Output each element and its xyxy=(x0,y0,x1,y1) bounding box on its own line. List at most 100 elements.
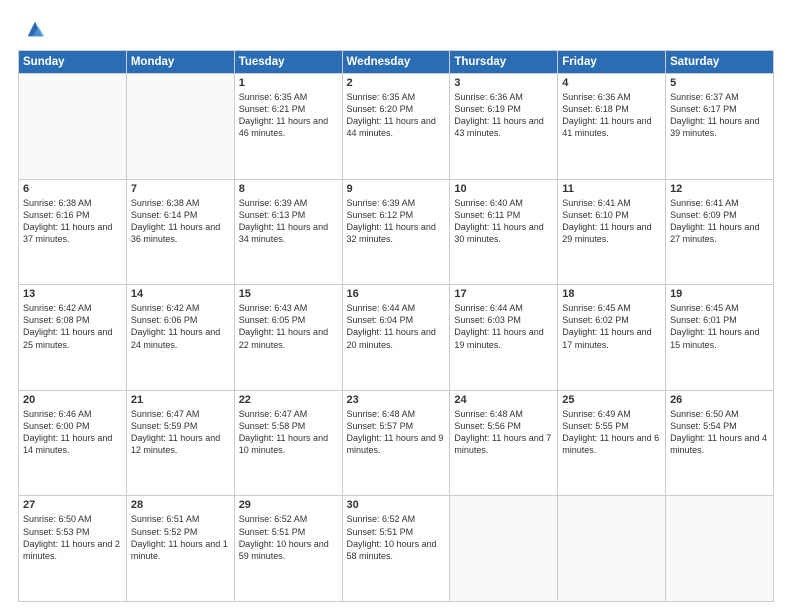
day-info: Sunrise: 6:40 AM Sunset: 6:11 PM Dayligh… xyxy=(454,197,553,246)
calendar-table: SundayMondayTuesdayWednesdayThursdayFrid… xyxy=(18,50,774,602)
logo xyxy=(18,18,46,40)
calendar-cell: 17Sunrise: 6:44 AM Sunset: 6:03 PM Dayli… xyxy=(450,285,558,391)
header xyxy=(18,18,774,40)
day-number: 3 xyxy=(454,77,553,89)
day-info: Sunrise: 6:50 AM Sunset: 5:54 PM Dayligh… xyxy=(670,408,769,457)
calendar-cell: 5 Sunrise: 6:37 AM Sunset: 6:17 PM Daylig… xyxy=(666,74,774,180)
day-info: Sunrise: 6:36 AM Sunset: 6:18 PM Dayligh… xyxy=(562,91,661,140)
calendar-cell: 4 Sunrise: 6:36 AM Sunset: 6:18 PM Daylig… xyxy=(558,74,666,180)
day-info: Sunrise: 6:43 AM Sunset: 6:05 PM Dayligh… xyxy=(239,302,338,351)
day-number: 28 xyxy=(131,499,230,511)
calendar-week-3: 20 Sunrise: 6:46 AM Sunset: 6:00 PM Dayli… xyxy=(19,390,774,496)
calendar-cell: 2 Sunrise: 6:35 AM Sunset: 6:20 PM Daylig… xyxy=(342,74,450,180)
calendar-week-2: 13Sunrise: 6:42 AM Sunset: 6:08 PM Dayli… xyxy=(19,285,774,391)
day-number: 19 xyxy=(670,288,769,300)
day-number: 22 xyxy=(239,394,338,406)
calendar-cell xyxy=(126,74,234,180)
day-info: Sunrise: 6:47 AM Sunset: 5:58 PM Dayligh… xyxy=(239,408,338,457)
day-info: Sunrise: 6:44 AM Sunset: 6:04 PM Dayligh… xyxy=(347,302,446,351)
day-info: Sunrise: 6:41 AM Sunset: 6:10 PM Dayligh… xyxy=(562,197,661,246)
day-info: Sunrise: 6:37 AM Sunset: 6:17 PM Dayligh… xyxy=(670,91,769,140)
calendar-dow-saturday: Saturday xyxy=(666,51,774,74)
day-info: Sunrise: 6:51 AM Sunset: 5:52 PM Dayligh… xyxy=(131,513,230,562)
calendar-cell: 13Sunrise: 6:42 AM Sunset: 6:08 PM Dayli… xyxy=(19,285,127,391)
day-number: 23 xyxy=(347,394,446,406)
calendar-week-1: 6 Sunrise: 6:38 AM Sunset: 6:16 PM Daylig… xyxy=(19,179,774,285)
day-number: 30 xyxy=(347,499,446,511)
day-info: Sunrise: 6:45 AM Sunset: 6:02 PM Dayligh… xyxy=(562,302,661,351)
day-number: 9 xyxy=(347,183,446,195)
day-info: Sunrise: 6:44 AM Sunset: 6:03 PM Dayligh… xyxy=(454,302,553,351)
calendar-cell: 24 Sunrise: 6:48 AM Sunset: 5:56 PM Dayli… xyxy=(450,390,558,496)
calendar-cell: 6 Sunrise: 6:38 AM Sunset: 6:16 PM Daylig… xyxy=(19,179,127,285)
day-info: Sunrise: 6:48 AM Sunset: 5:57 PM Dayligh… xyxy=(347,408,446,457)
day-number: 18 xyxy=(562,288,661,300)
calendar-dow-friday: Friday xyxy=(558,51,666,74)
calendar-dow-sunday: Sunday xyxy=(19,51,127,74)
calendar-cell: 18 Sunrise: 6:45 AM Sunset: 6:02 PM Dayli… xyxy=(558,285,666,391)
calendar-week-0: 1 Sunrise: 6:35 AM Sunset: 6:21 PM Daylig… xyxy=(19,74,774,180)
day-info: Sunrise: 6:38 AM Sunset: 6:14 PM Dayligh… xyxy=(131,197,230,246)
page: SundayMondayTuesdayWednesdayThursdayFrid… xyxy=(0,0,792,612)
calendar-cell xyxy=(666,496,774,602)
day-number: 16 xyxy=(347,288,446,300)
day-number: 14 xyxy=(131,288,230,300)
day-info: Sunrise: 6:42 AM Sunset: 6:06 PM Dayligh… xyxy=(131,302,230,351)
day-info: Sunrise: 6:46 AM Sunset: 6:00 PM Dayligh… xyxy=(23,408,122,457)
day-number: 27 xyxy=(23,499,122,511)
calendar-cell: 29Sunrise: 6:52 AM Sunset: 5:51 PM Dayli… xyxy=(234,496,342,602)
day-info: Sunrise: 6:36 AM Sunset: 6:19 PM Dayligh… xyxy=(454,91,553,140)
day-info: Sunrise: 6:39 AM Sunset: 6:13 PM Dayligh… xyxy=(239,197,338,246)
day-number: 5 xyxy=(670,77,769,89)
day-number: 26 xyxy=(670,394,769,406)
calendar-cell: 21Sunrise: 6:47 AM Sunset: 5:59 PM Dayli… xyxy=(126,390,234,496)
calendar-cell: 8 Sunrise: 6:39 AM Sunset: 6:13 PM Daylig… xyxy=(234,179,342,285)
calendar-header-row: SundayMondayTuesdayWednesdayThursdayFrid… xyxy=(19,51,774,74)
calendar-cell: 7 Sunrise: 6:38 AM Sunset: 6:14 PM Daylig… xyxy=(126,179,234,285)
calendar-cell: 9 Sunrise: 6:39 AM Sunset: 6:12 PM Daylig… xyxy=(342,179,450,285)
calendar-cell: 26 Sunrise: 6:50 AM Sunset: 5:54 PM Dayli… xyxy=(666,390,774,496)
day-number: 4 xyxy=(562,77,661,89)
calendar-cell: 12Sunrise: 6:41 AM Sunset: 6:09 PM Dayli… xyxy=(666,179,774,285)
calendar-dow-monday: Monday xyxy=(126,51,234,74)
day-number: 2 xyxy=(347,77,446,89)
day-number: 1 xyxy=(239,77,338,89)
calendar-cell: 16 Sunrise: 6:44 AM Sunset: 6:04 PM Dayli… xyxy=(342,285,450,391)
day-number: 20 xyxy=(23,394,122,406)
day-info: Sunrise: 6:49 AM Sunset: 5:55 PM Dayligh… xyxy=(562,408,661,457)
day-info: Sunrise: 6:38 AM Sunset: 6:16 PM Dayligh… xyxy=(23,197,122,246)
day-info: Sunrise: 6:39 AM Sunset: 6:12 PM Dayligh… xyxy=(347,197,446,246)
day-info: Sunrise: 6:52 AM Sunset: 5:51 PM Dayligh… xyxy=(347,513,446,562)
day-number: 11 xyxy=(562,183,661,195)
day-info: Sunrise: 6:35 AM Sunset: 6:20 PM Dayligh… xyxy=(347,91,446,140)
day-number: 8 xyxy=(239,183,338,195)
calendar-cell: 23 Sunrise: 6:48 AM Sunset: 5:57 PM Dayli… xyxy=(342,390,450,496)
calendar-dow-thursday: Thursday xyxy=(450,51,558,74)
calendar-dow-wednesday: Wednesday xyxy=(342,51,450,74)
day-info: Sunrise: 6:50 AM Sunset: 5:53 PM Dayligh… xyxy=(23,513,122,562)
calendar-cell xyxy=(558,496,666,602)
day-number: 21 xyxy=(131,394,230,406)
day-number: 15 xyxy=(239,288,338,300)
calendar-cell xyxy=(19,74,127,180)
calendar-cell xyxy=(450,496,558,602)
day-info: Sunrise: 6:48 AM Sunset: 5:56 PM Dayligh… xyxy=(454,408,553,457)
day-number: 24 xyxy=(454,394,553,406)
calendar-cell: 1 Sunrise: 6:35 AM Sunset: 6:21 PM Daylig… xyxy=(234,74,342,180)
day-number: 7 xyxy=(131,183,230,195)
calendar-cell: 10 Sunrise: 6:40 AM Sunset: 6:11 PM Dayli… xyxy=(450,179,558,285)
calendar-cell: 25Sunrise: 6:49 AM Sunset: 5:55 PM Dayli… xyxy=(558,390,666,496)
day-info: Sunrise: 6:42 AM Sunset: 6:08 PM Dayligh… xyxy=(23,302,122,351)
calendar-cell: 30 Sunrise: 6:52 AM Sunset: 5:51 PM Dayli… xyxy=(342,496,450,602)
day-number: 6 xyxy=(23,183,122,195)
day-info: Sunrise: 6:41 AM Sunset: 6:09 PM Dayligh… xyxy=(670,197,769,246)
calendar-cell: 27 Sunrise: 6:50 AM Sunset: 5:53 PM Dayli… xyxy=(19,496,127,602)
calendar-cell: 3 Sunrise: 6:36 AM Sunset: 6:19 PM Daylig… xyxy=(450,74,558,180)
day-info: Sunrise: 6:35 AM Sunset: 6:21 PM Dayligh… xyxy=(239,91,338,140)
calendar-cell: 22 Sunrise: 6:47 AM Sunset: 5:58 PM Dayli… xyxy=(234,390,342,496)
day-number: 29 xyxy=(239,499,338,511)
calendar-cell: 19Sunrise: 6:45 AM Sunset: 6:01 PM Dayli… xyxy=(666,285,774,391)
day-number: 10 xyxy=(454,183,553,195)
calendar-cell: 14 Sunrise: 6:42 AM Sunset: 6:06 PM Dayli… xyxy=(126,285,234,391)
calendar-cell: 15 Sunrise: 6:43 AM Sunset: 6:05 PM Dayli… xyxy=(234,285,342,391)
